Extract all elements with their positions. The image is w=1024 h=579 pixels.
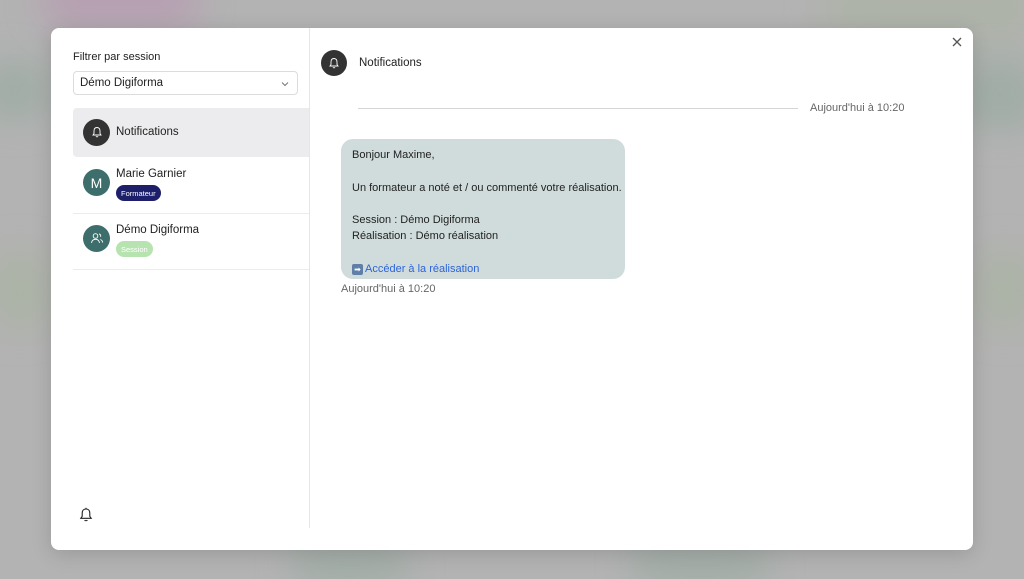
conversation-title: Marie Garnier [116, 168, 187, 180]
conversation-item-notifications[interactable]: Notifications [73, 108, 309, 157]
date-divider-label: Aujourd'hui à 10:20 [810, 102, 905, 114]
bell-icon [91, 127, 102, 138]
conversation-panel: Notifications Aujourd'hui à 10:20 Bonjou… [310, 28, 973, 550]
bell-icon [329, 57, 339, 68]
bell-icon [79, 507, 93, 522]
message-bubble: Bonjour Maxime, Un formateur a noté et /… [341, 139, 625, 279]
message-timestamp: Aujourd'hui à 10:20 [341, 283, 436, 295]
message-greeting: Bonjour Maxime, [352, 149, 435, 161]
access-realisation-label: Accéder à la réalisation [365, 263, 480, 276]
avatar: M [83, 169, 110, 196]
message-realisation: Réalisation : Démo réalisation [352, 230, 499, 243]
users-icon [90, 233, 103, 244]
session-badge: Session [116, 241, 153, 257]
conversation-title: Notifications [359, 57, 422, 69]
conversation-item-marie-garnier[interactable]: M Marie Garnier Formateur [73, 158, 309, 214]
notifications-modal: Filtrer par session Démo Digiforma Notif… [51, 28, 973, 550]
message-text: Un formateur a noté et / ou commenté vot… [352, 181, 622, 194]
session-avatar [83, 225, 110, 252]
chevron-down-icon [281, 82, 289, 87]
conversation-item-demo-digiforma[interactable]: Démo Digiforma Session [73, 214, 309, 270]
sidebar: Filtrer par session Démo Digiforma Notif… [51, 28, 310, 528]
message-session: Session : Démo Digiforma [352, 214, 480, 227]
header-avatar [321, 50, 347, 76]
arrow-right-icon: ➡ [352, 264, 363, 276]
access-realisation-link[interactable]: ➡ Accéder à la réalisation [352, 261, 479, 277]
role-badge: Formateur [116, 185, 161, 201]
notifications-bell-button[interactable] [79, 507, 93, 523]
date-divider [358, 108, 798, 109]
conversation-title: Démo Digiforma [116, 224, 200, 236]
session-select[interactable]: Démo Digiforma [73, 71, 298, 95]
conversation-title: Notifications [116, 126, 179, 138]
session-select-value: Démo Digiforma [80, 77, 164, 89]
notifications-avatar [83, 119, 110, 146]
filter-label: Filtrer par session [73, 51, 161, 63]
